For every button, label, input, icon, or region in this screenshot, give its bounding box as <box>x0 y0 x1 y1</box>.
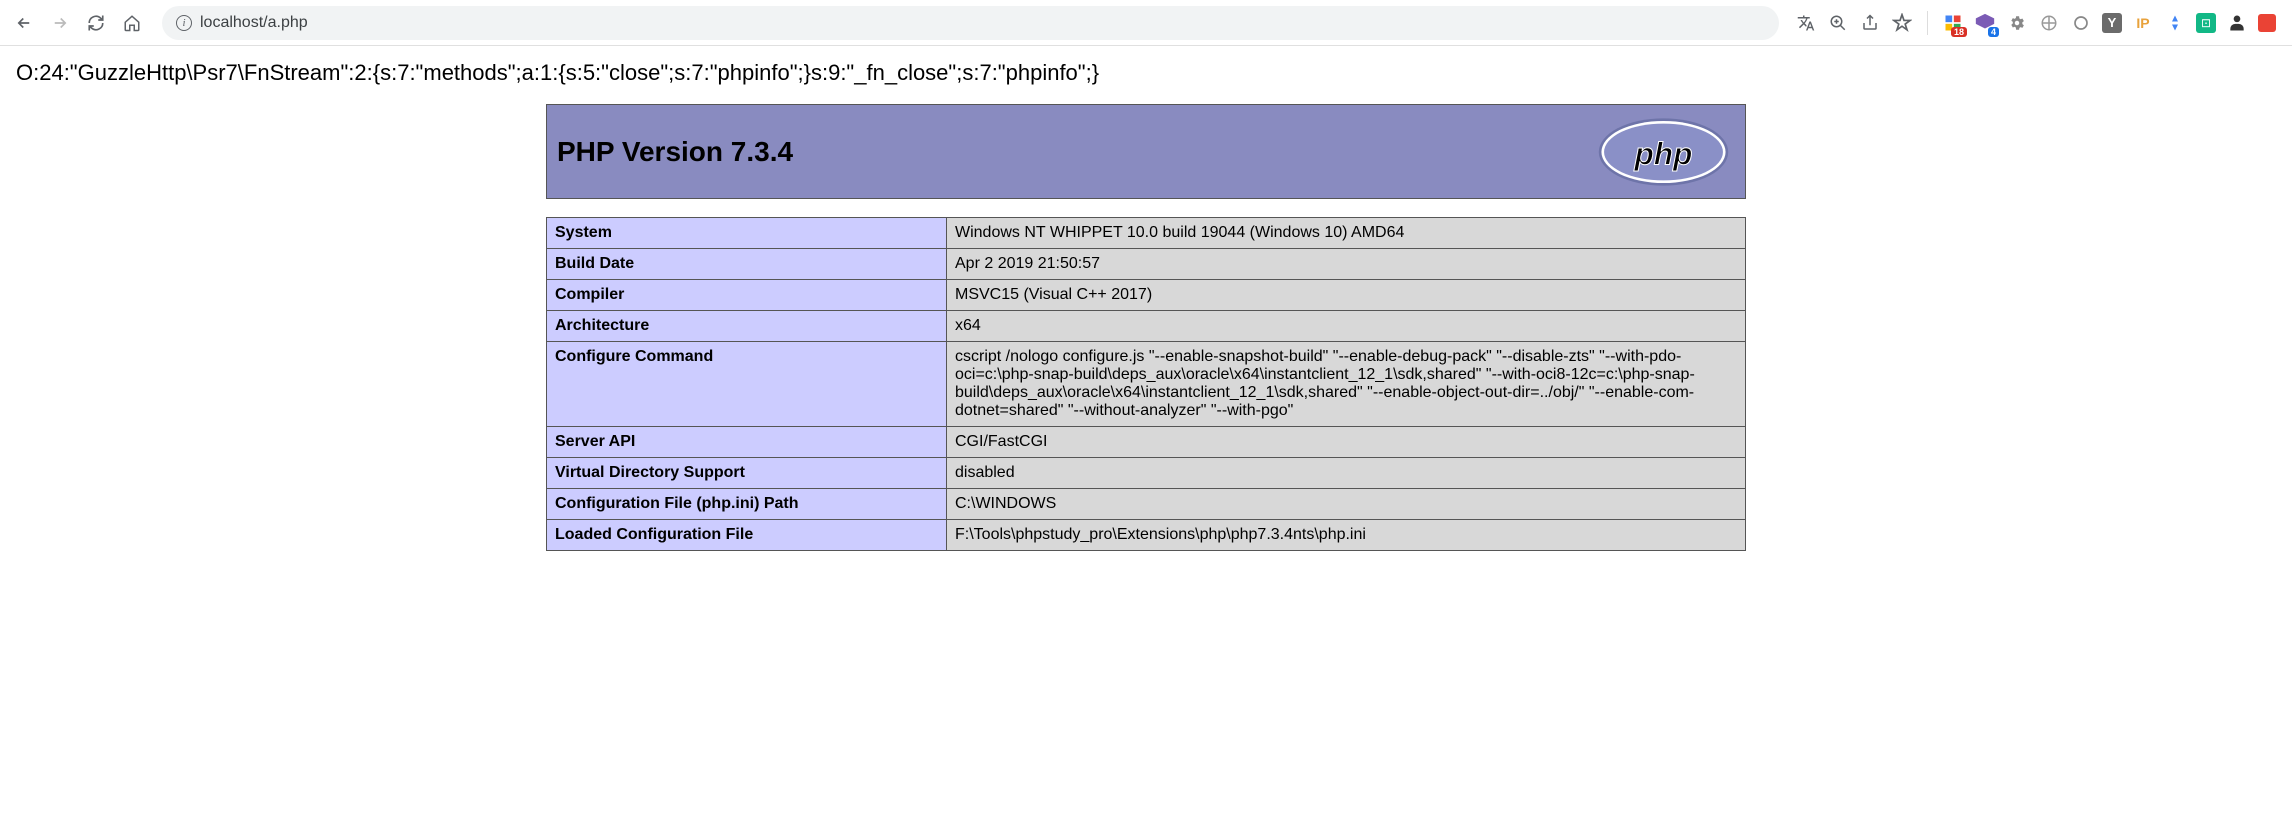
extension-icon-2[interactable]: 4 <box>1974 12 1996 34</box>
phpinfo-title: PHP Version 7.3.4 <box>557 136 793 168</box>
config-label: System <box>547 218 947 249</box>
zoom-icon[interactable] <box>1827 12 1849 34</box>
extension-icon-ip[interactable]: IP <box>2132 12 2154 34</box>
extension-badge-2: 4 <box>1988 27 1999 37</box>
config-value: MSVC15 (Visual C++ 2017) <box>947 280 1746 311</box>
phpinfo-table: SystemWindows NT WHIPPET 10.0 build 1904… <box>546 217 1746 551</box>
extension-icon-3[interactable] <box>2038 12 2060 34</box>
config-label: Virtual Directory Support <box>547 458 947 489</box>
config-value: CGI/FastCGI <box>947 427 1746 458</box>
extension-badge-1: 18 <box>1951 27 1967 37</box>
config-label: Configuration File (php.ini) Path <box>547 489 947 520</box>
info-icon[interactable]: i <box>176 15 192 31</box>
svg-text:php: php <box>1633 135 1692 171</box>
table-row: Loaded Configuration FileF:\Tools\phpstu… <box>547 520 1746 551</box>
config-value: Windows NT WHIPPET 10.0 build 19044 (Win… <box>947 218 1746 249</box>
forward-button[interactable] <box>46 9 74 37</box>
table-row: Virtual Directory Supportdisabled <box>547 458 1746 489</box>
config-label: Configure Command <box>547 342 947 427</box>
extension-icon-4[interactable] <box>2070 12 2092 34</box>
table-row: CompilerMSVC15 (Visual C++ 2017) <box>547 280 1746 311</box>
table-row: Server APICGI/FastCGI <box>547 427 1746 458</box>
bookmark-star-icon[interactable] <box>1891 12 1913 34</box>
config-label: Architecture <box>547 311 947 342</box>
table-row: Configure Commandcscript /nologo configu… <box>547 342 1746 427</box>
gear-icon[interactable] <box>2006 12 2028 34</box>
extension-icon-6[interactable] <box>2164 12 2186 34</box>
table-row: SystemWindows NT WHIPPET 10.0 build 1904… <box>547 218 1746 249</box>
url-text: localhost/a.php <box>200 14 308 32</box>
reload-button[interactable] <box>82 9 110 37</box>
config-value: cscript /nologo configure.js "--enable-s… <box>947 342 1746 427</box>
extension-icon-1[interactable]: 18 <box>1942 12 1964 34</box>
config-label: Loaded Configuration File <box>547 520 947 551</box>
table-row: Build DateApr 2 2019 21:50:57 <box>547 249 1746 280</box>
divider <box>1927 11 1928 35</box>
config-value: Apr 2 2019 21:50:57 <box>947 249 1746 280</box>
translate-icon[interactable] <box>1795 12 1817 34</box>
back-button[interactable] <box>10 9 38 37</box>
phpinfo-container: PHP Version 7.3.4 php SystemWindows NT W… <box>546 104 1746 551</box>
config-value: disabled <box>947 458 1746 489</box>
config-label: Build Date <box>547 249 947 280</box>
extension-icon-9[interactable] <box>2258 14 2276 32</box>
table-row: Configuration File (php.ini) PathC:\WIND… <box>547 489 1746 520</box>
config-value: C:\WINDOWS <box>947 489 1746 520</box>
config-value: F:\Tools\phpstudy_pro\Extensions\php\php… <box>947 520 1746 551</box>
home-button[interactable] <box>118 9 146 37</box>
page-content: O:24:"GuzzleHttp\Psr7\FnStream":2:{s:7:"… <box>0 46 2292 565</box>
share-icon[interactable] <box>1859 12 1881 34</box>
serialized-output: O:24:"GuzzleHttp\Psr7\FnStream":2:{s:7:"… <box>16 60 2276 86</box>
php-logo: php <box>1596 117 1731 187</box>
extension-icon-7[interactable]: ⊡ <box>2196 13 2216 33</box>
browser-toolbar: i localhost/a.php 18 4 <box>0 0 2292 46</box>
extension-icon-8[interactable] <box>2226 12 2248 34</box>
table-row: Architecturex64 <box>547 311 1746 342</box>
phpinfo-header: PHP Version 7.3.4 php <box>546 104 1746 199</box>
config-value: x64 <box>947 311 1746 342</box>
config-label: Server API <box>547 427 947 458</box>
extensions-area: 18 4 Y IP ⊡ <box>1795 11 2282 35</box>
extension-icon-5[interactable]: Y <box>2102 13 2122 33</box>
config-label: Compiler <box>547 280 947 311</box>
url-bar[interactable]: i localhost/a.php <box>162 6 1779 40</box>
